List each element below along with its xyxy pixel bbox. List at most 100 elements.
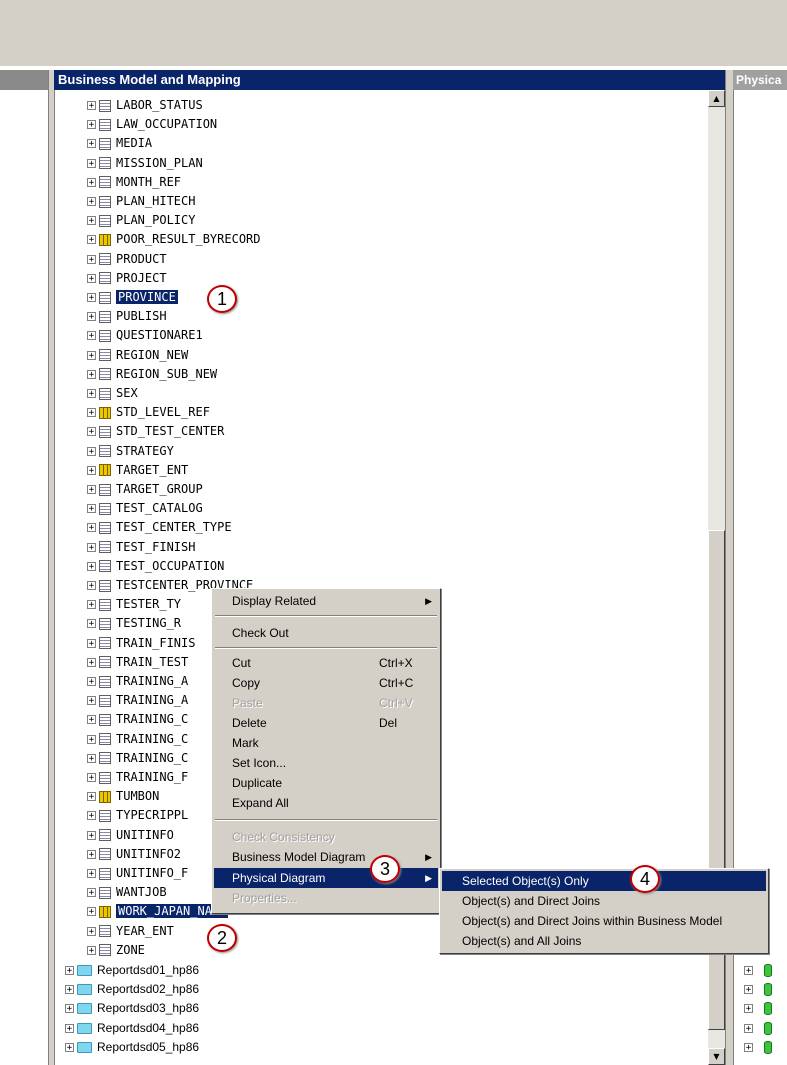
expand-icon[interactable]: + [87,773,96,783]
tree-folder[interactable]: + Reportdsd01_hp86 [65,961,199,980]
tree-item[interactable]: + MISSION_PLAN [87,154,203,173]
submenu-item-direct-joins[interactable]: Object(s) and Direct Joins [442,891,766,911]
menu-item-check-consistency[interactable]: Check Consistency [214,827,438,847]
menu-item-display-related[interactable]: Display Related ▶ [214,591,438,611]
expand-icon[interactable]: + [87,600,96,610]
expand-icon[interactable]: + [87,273,96,283]
expand-icon[interactable]: + [87,158,96,168]
expand-icon[interactable]: + [87,465,96,475]
menu-item-business-model-diagram[interactable]: Business Model Diagram ▶ [214,847,438,867]
expand-icon[interactable]: + [87,389,96,399]
expand-icon[interactable]: + [87,235,96,245]
tree-item[interactable]: + TEST_FINISH [87,538,195,557]
tree-item[interactable]: + STD_TEST_CENTER [87,422,224,441]
tree-item[interactable]: + TARGET_ENT [87,461,188,480]
expand-icon[interactable]: + [87,350,96,360]
menu-item-delete[interactable]: Delete Del [214,713,438,733]
expand-icon[interactable]: + [87,849,96,859]
menu-item-set-icon[interactable]: Set Icon... [214,753,438,773]
expand-icon[interactable]: + [87,677,96,687]
tree-item[interactable]: + SEX [87,384,138,403]
tree-item[interactable]: + PLAN_POLICY [87,211,195,230]
scrollbar-thumb[interactable] [708,530,725,1030]
tree-item[interactable]: + LAW_OCCUPATION [87,115,217,134]
menu-item-physical-diagram[interactable]: Physical Diagram ▶ [214,868,438,888]
tree-item[interactable]: + WORK_JAPAN_NAME [87,902,229,921]
expand-icon[interactable]: + [65,966,74,976]
expand-icon[interactable]: + [87,696,96,706]
expand-icon[interactable]: + [87,120,96,130]
tree-item[interactable]: + TRAIN_FINIS [87,634,195,653]
menu-item-check-out[interactable]: Check Out [214,623,438,643]
tree-item[interactable]: + REGION_NEW [87,346,188,365]
tree-item[interactable]: + MEDIA [87,134,152,153]
expand-icon[interactable]: + [87,561,96,571]
scroll-down-button[interactable]: ▼ [708,1048,725,1065]
tree-item[interactable]: + PLAN_HITECH [87,192,195,211]
tree-item[interactable]: + TESTING_R [87,614,181,633]
expand-icon[interactable]: + [87,811,96,821]
expand-icon[interactable]: + [87,907,96,917]
expand-icon[interactable]: + [65,985,74,995]
expand-icon[interactable]: + [87,197,96,207]
tree-item[interactable]: + PUBLISH [87,307,167,326]
expand-icon[interactable]: + [87,216,96,226]
tree-item[interactable]: + TRAINING_C [87,749,188,768]
expand-icon[interactable]: + [87,619,96,629]
submenu-item-selected-objects-only[interactable]: Selected Object(s) Only [442,871,766,891]
expand-icon[interactable]: + [744,966,753,976]
tree-item[interactable]: + TRAINING_A [87,672,188,691]
tree-item[interactable]: + WANTJOB [87,883,167,902]
expand-icon[interactable]: + [87,254,96,264]
expand-icon[interactable]: + [87,293,96,303]
expand-icon[interactable]: + [87,830,96,840]
expand-icon[interactable]: + [87,753,96,763]
tree-item[interactable]: + LABOR_STATUS [87,96,203,115]
expand-icon[interactable]: + [87,485,96,495]
expand-icon[interactable]: + [87,734,96,744]
tree-item[interactable]: + TARGET_GROUP [87,480,203,499]
tree-item[interactable]: + UNITINFO_F [87,864,188,883]
tree-item[interactable]: + TRAIN_TEST [87,653,188,672]
expand-icon[interactable]: + [87,139,96,149]
tree-item[interactable]: + TRAINING_C [87,730,188,749]
menu-item-paste[interactable]: Paste Ctrl+V [214,693,438,713]
tree-item[interactable]: + TEST_CENTER_TYPE [87,518,232,537]
expand-icon[interactable]: + [87,888,96,898]
expand-icon[interactable]: + [87,177,96,187]
expand-icon[interactable]: + [87,715,96,725]
submenu-item-all-joins[interactable]: Object(s) and All Joins [442,931,766,951]
tree-folder[interactable]: + Reportdsd02_hp86 [65,980,199,999]
tree-folder[interactable]: + Reportdsd05_hp86 [65,1038,199,1057]
tree-item[interactable]: + TRAINING_A [87,691,188,710]
tree-folder[interactable]: + Reportdsd03_hp86 [65,999,199,1018]
tree-folder[interactable]: + Reportdsd04_hp86 [65,1019,199,1038]
tree-item[interactable]: + STD_LEVEL_REF [87,403,210,422]
expand-icon[interactable]: + [87,101,96,111]
menu-item-copy[interactable]: Copy Ctrl+C [214,673,438,693]
menu-item-duplicate[interactable]: Duplicate [214,773,438,793]
tree-item[interactable]: + TYPECRIPPL [87,806,188,825]
expand-icon[interactable]: + [87,523,96,533]
menu-item-mark[interactable]: Mark [214,733,438,753]
expand-icon[interactable]: + [744,985,753,995]
expand-icon[interactable]: + [87,408,96,418]
expand-icon[interactable]: + [744,1004,753,1014]
tree-item[interactable]: + PRODUCT [87,250,167,269]
expand-icon[interactable]: + [744,1042,753,1052]
menu-item-properties[interactable]: Properties... [214,888,438,908]
tree-item[interactable]: + MONTH_REF [87,173,181,192]
expand-icon[interactable]: + [87,331,96,341]
tree-item[interactable]: + YEAR_ENT [87,922,174,941]
tree-item[interactable]: + TRAINING_F [87,768,188,787]
tree-item[interactable]: + STRATEGY [87,442,174,461]
expand-icon[interactable]: + [87,638,96,648]
expand-icon[interactable]: + [87,312,96,322]
expand-icon[interactable]: + [87,945,96,955]
tree-item[interactable]: + PROVINCE [87,288,178,307]
expand-icon[interactable]: + [87,504,96,514]
tree-item[interactable]: + PROJECT [87,269,167,288]
expand-icon[interactable]: + [65,1042,74,1052]
expand-icon[interactable]: + [744,1023,753,1033]
scroll-up-button[interactable]: ▲ [708,90,725,107]
